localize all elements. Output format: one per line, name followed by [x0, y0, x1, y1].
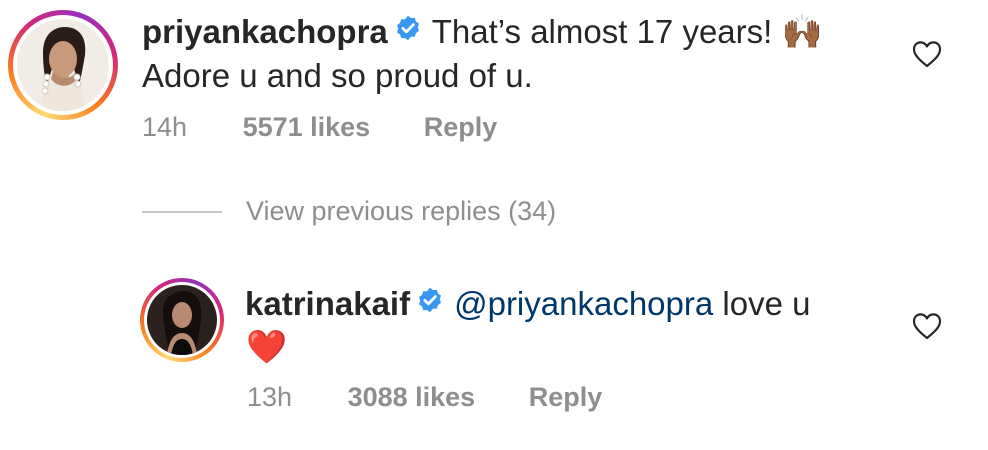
- divider-line: [142, 210, 222, 213]
- view-previous-replies[interactable]: View previous replies (34): [142, 196, 556, 227]
- red-heart-emoji: ❤️: [246, 328, 288, 365]
- mention-link[interactable]: @priyankachopra: [454, 285, 713, 322]
- reply-button[interactable]: Reply: [529, 382, 603, 412]
- view-previous-replies-label: View previous replies (34): [246, 196, 557, 226]
- timestamp[interactable]: 14h: [142, 112, 187, 142]
- comment-meta: 13h 3088 likes Reply: [247, 382, 602, 413]
- comment-text-line-1: priyankachopra That’s almost 17 years! 🙌🏾: [142, 11, 823, 55]
- comment-text-continued: Adore u and so proud of u.: [142, 57, 533, 94]
- heart-outline-icon[interactable]: [912, 40, 942, 68]
- avatar-photo: [17, 19, 109, 111]
- comment-text-line-2: ❤️: [246, 326, 287, 368]
- comment-meta: 14h 5571 likes Reply: [142, 112, 497, 143]
- heart-outline-icon[interactable]: [912, 312, 942, 340]
- avatar-photo: [147, 285, 217, 355]
- verified-badge-icon: [394, 10, 422, 52]
- comment-text: love u: [722, 285, 811, 322]
- verified-badge-icon: [416, 282, 444, 324]
- raised-hands-emoji: 🙌🏾: [781, 13, 823, 50]
- username[interactable]: priyankachopra: [142, 13, 388, 50]
- comment-text-line-2: Adore u and so proud of u.: [142, 55, 533, 97]
- username[interactable]: katrinakaif: [245, 285, 410, 322]
- comment-text-line-1: katrinakaif @priyankachopra love u: [245, 283, 810, 327]
- reply-button[interactable]: Reply: [424, 112, 498, 142]
- timestamp[interactable]: 13h: [247, 382, 292, 412]
- avatar-priyankachopra[interactable]: [8, 10, 118, 120]
- comment-text: That’s almost 17 years!: [431, 13, 773, 50]
- likes-count[interactable]: 3088 likes: [348, 382, 476, 412]
- likes-count[interactable]: 5571 likes: [243, 112, 371, 142]
- avatar-katrinakaif[interactable]: [140, 278, 224, 362]
